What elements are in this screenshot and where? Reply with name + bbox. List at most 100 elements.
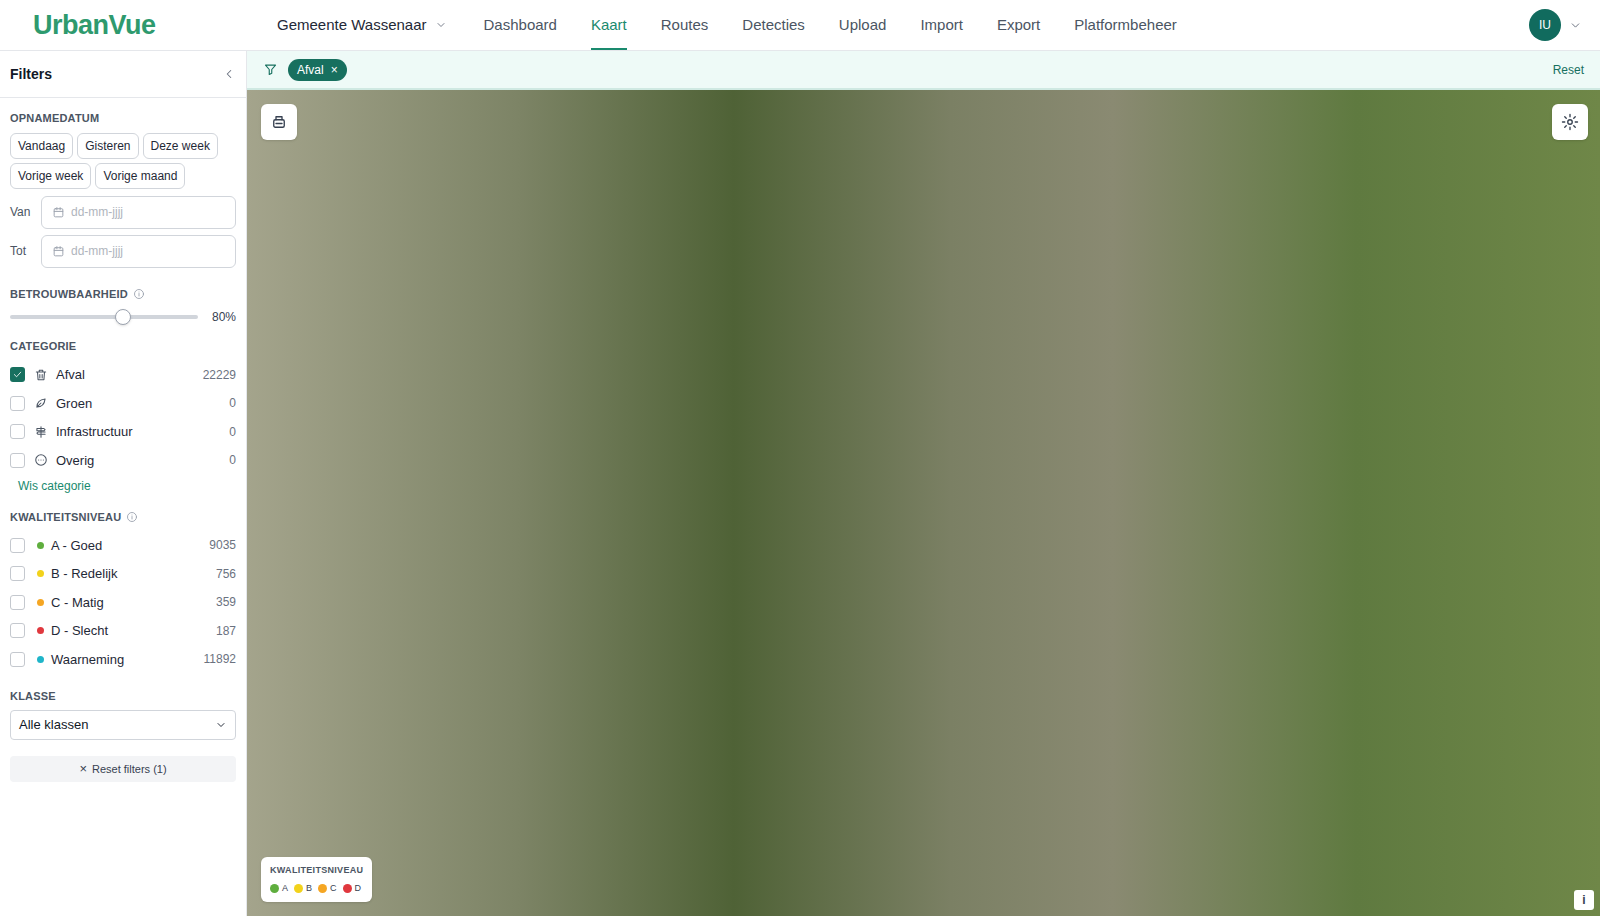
date-preset[interactable]: Vorige maand (95, 163, 185, 189)
quality-row[interactable]: Waarneming11892 (10, 645, 236, 674)
checkbox[interactable] (10, 652, 25, 667)
slider-thumb[interactable] (115, 309, 131, 325)
legend-dot (343, 884, 352, 893)
checkbox[interactable] (10, 424, 25, 439)
org-selector[interactable]: Gemeente Wassenaar (277, 14, 447, 37)
nav-tab[interactable]: Export (980, 0, 1057, 50)
nav-tab-label: Dashboard (484, 14, 557, 37)
date-label: Tot (10, 242, 33, 260)
nav-tab[interactable]: Import (903, 0, 980, 50)
nav-tab-label: Export (997, 14, 1040, 37)
quality-row[interactable]: C - Matig 359 (10, 588, 236, 617)
date-presets: VandaagGisterenDeze week Vorige weekVorig… (10, 133, 236, 189)
section-heading: KLASSE (10, 688, 236, 705)
main-area: Filters OPNAMEDATUM VandaagGisterenDeze we… (0, 51, 1600, 916)
user-menu[interactable]: IU (1529, 9, 1582, 41)
chevron-down-icon (1569, 19, 1582, 32)
sidebar-title: Filters (10, 64, 52, 85)
sidebar-header: Filters (0, 51, 246, 98)
date-preset[interactable]: Deze week (143, 133, 218, 159)
category-row[interactable]: Groen0 (10, 389, 236, 418)
reset-label: Reset filters (1) (92, 761, 167, 778)
quality-label: C - Matig (51, 593, 104, 613)
category-row[interactable]: Infrastructuur0 (10, 418, 236, 447)
avatar: IU (1529, 9, 1561, 41)
leaf-icon (34, 396, 48, 410)
heading-label: BETROUWBAARHEID (10, 286, 128, 303)
nav-tabs: Dashboard KaartRoutes Detecties UploadImpor… (467, 0, 1194, 50)
nav-tab[interactable]: Dashboard (467, 0, 574, 50)
logo[interactable]: UrbanVue (33, 5, 277, 46)
legend-item: A (270, 882, 288, 896)
checkbox[interactable] (10, 453, 25, 468)
active-filter-bar: Afval× Reset (247, 51, 1600, 90)
category-row[interactable]: Afval 22229 (10, 361, 236, 390)
legend-item: C (318, 882, 337, 896)
layers-button[interactable] (261, 104, 297, 140)
date-input-box (41, 196, 236, 229)
nav-tab[interactable]: Routes (644, 0, 726, 50)
quality-dot (37, 542, 44, 549)
chevron-down-icon (215, 719, 227, 731)
settings-button[interactable] (1552, 104, 1588, 140)
map[interactable]: KWALITEITSNIVEAUABCDi (247, 90, 1600, 916)
calendar-icon (52, 206, 65, 219)
heading-label: CATEGORIE (10, 338, 76, 355)
quality-dot (37, 599, 44, 606)
legend-label: C (330, 882, 337, 896)
quality-label: A - Goed (51, 536, 102, 556)
reliability-section: BETROUWBAARHEID 80% (10, 286, 236, 339)
section-heading: KWALITEITSNIVEAU (10, 509, 236, 526)
category-count: 0 (229, 394, 236, 412)
org-label: Gemeente Wassenaar (277, 14, 427, 37)
filter-chip[interactable]: Afval× (288, 59, 347, 81)
nav-tab[interactable]: Upload (822, 0, 904, 50)
clear-category-link[interactable]: Wis categorie (18, 477, 236, 495)
legend-item: B (294, 882, 312, 896)
section-heading: OPNAMEDATUM (10, 110, 236, 127)
checkbox[interactable] (10, 367, 25, 382)
slider-track[interactable] (10, 315, 198, 319)
info-icon (133, 288, 145, 300)
heading-label: KWALITEITSNIVEAU (10, 509, 121, 526)
quality-row[interactable]: A - Goed9035 (10, 531, 236, 560)
date-input[interactable] (71, 203, 225, 221)
quality-dot (37, 627, 44, 634)
date-input[interactable] (71, 242, 225, 260)
date-preset[interactable]: Vorige week (10, 163, 91, 189)
category-row[interactable]: Overig0 (10, 446, 236, 475)
info-button[interactable]: i (1574, 890, 1594, 910)
nav-tab[interactable]: Kaart (574, 0, 644, 50)
top-bar: UrbanVueGemeente Wassenaar Dashboard Kaart… (0, 0, 1600, 51)
nav-tab[interactable]: Detecties (725, 0, 822, 50)
slider-row: 80% (10, 308, 236, 326)
checkbox[interactable] (10, 396, 25, 411)
calendar-icon (52, 245, 65, 258)
slider-reading: 80% (208, 308, 236, 326)
quality-dot (37, 570, 44, 577)
category-section: CATEGORIEAfval22229Groen0Infrastructuur0… (10, 338, 236, 509)
category-count: 22229 (203, 366, 236, 384)
date-preset[interactable]: Vandaag (10, 133, 73, 159)
quality-row[interactable]: D - Slecht187 (10, 617, 236, 646)
checkbox[interactable] (10, 566, 25, 581)
category-label: Infrastructuur (56, 422, 133, 442)
checkbox[interactable] (10, 538, 25, 553)
category-label: Afval (56, 365, 85, 385)
dots-icon (34, 453, 48, 467)
legend-label: B (306, 882, 312, 896)
reset-filters-button[interactable]: ×Reset filters (1) (10, 756, 236, 782)
class-select[interactable]: Alle klassen (10, 710, 236, 740)
chip-remove[interactable]: × (331, 61, 338, 79)
nav-tab-label: Detecties (742, 14, 805, 37)
date-preset[interactable]: Gisteren (77, 133, 138, 159)
legend-dot (294, 884, 303, 893)
quality-row[interactable]: B - Redelijk756 (10, 560, 236, 589)
quality-count: 359 (216, 593, 236, 611)
checkbox[interactable] (10, 595, 25, 610)
checkbox[interactable] (10, 623, 25, 638)
collapse-button[interactable] (222, 67, 236, 81)
nav-tab[interactable]: Platformbeheer (1057, 0, 1194, 50)
reset-link[interactable]: Reset (1553, 61, 1584, 79)
date-input-box (41, 235, 236, 268)
